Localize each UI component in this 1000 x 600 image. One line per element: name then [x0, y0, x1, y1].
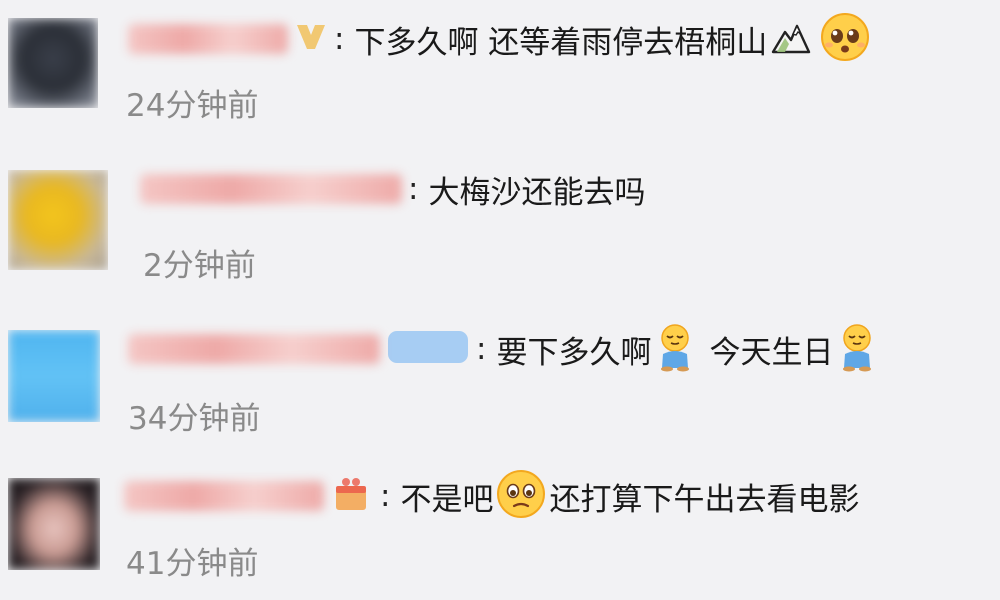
comment-text: 今天生日	[709, 334, 834, 371]
colon-separator: :	[476, 331, 487, 367]
comment-timestamp: 24分钟前	[126, 88, 259, 124]
mountain-emoji	[771, 20, 811, 58]
comment-timestamp: 41分钟前	[126, 546, 259, 582]
avatar[interactable]	[8, 478, 100, 570]
worried-face-emoji	[495, 468, 547, 524]
username-blurred[interactable]	[124, 481, 324, 511]
comment-text: 大梅沙还能去吗	[428, 174, 646, 211]
sleepy-sitting-emoji	[655, 322, 695, 376]
gift-badge-icon	[330, 472, 374, 520]
avatar[interactable]	[8, 330, 100, 422]
colon-separator: :	[380, 478, 391, 514]
avatar[interactable]	[8, 18, 98, 108]
comment-text: 不是吧	[400, 481, 494, 518]
comment-timestamp: 2分钟前	[143, 248, 256, 284]
sleepy-sitting-emoji	[837, 322, 877, 376]
comment-text: 还打算下午出去看电影	[549, 481, 860, 518]
membership-badge-icon	[386, 328, 470, 370]
pleading-face-emoji	[819, 11, 871, 67]
colon-separator: :	[334, 21, 345, 57]
username-blurred[interactable]	[128, 334, 380, 364]
comment-timestamp: 34分钟前	[128, 401, 261, 437]
comment-text: 要下多久啊	[496, 334, 652, 371]
colon-separator: :	[408, 171, 419, 207]
avatar[interactable]	[8, 170, 108, 270]
username-blurred[interactable]	[140, 174, 402, 204]
vip-badge-icon	[294, 21, 328, 57]
username-blurred[interactable]	[128, 24, 288, 54]
comment-text: 下多久啊 还等着雨停去梧桐山	[354, 24, 768, 61]
